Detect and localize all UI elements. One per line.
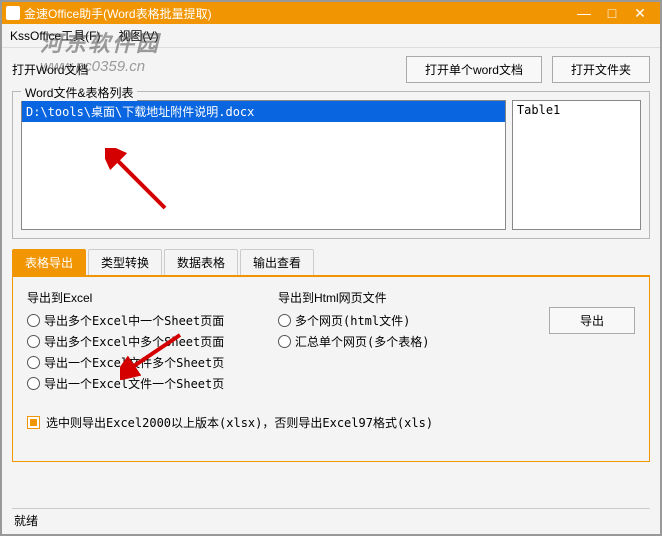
table-listbox[interactable]: Table1 xyxy=(512,100,641,230)
menu-view[interactable]: 视图(V) xyxy=(118,27,158,44)
tabs: 表格导出 类型转换 数据表格 输出查看 xyxy=(12,249,650,277)
export-excel-title: 导出到Excel xyxy=(27,289,278,306)
radio-excel-2[interactable]: 导出多个Excel中多个Sheet页面 xyxy=(27,333,278,350)
minimize-button[interactable]: — xyxy=(576,5,592,22)
radio-excel-4[interactable]: 导出一个Excel文件一个Sheet页 xyxy=(27,375,278,392)
radio-label: 导出多个Excel中一个Sheet页面 xyxy=(44,312,224,329)
export-button[interactable]: 导出 xyxy=(549,307,635,334)
radio-label: 汇总单个网页(多个表格) xyxy=(295,333,429,350)
export-html-title: 导出到Html网页文件 xyxy=(278,289,529,306)
open-single-button[interactable]: 打开单个word文档 xyxy=(406,56,542,83)
open-folder-button[interactable]: 打开文件夹 xyxy=(552,56,650,83)
status-text: 就绪 xyxy=(14,514,38,528)
file-item[interactable]: D:\tools\桌面\下载地址附件说明.docx xyxy=(22,101,505,122)
radio-label: 多个网页(html文件) xyxy=(295,312,410,329)
tab-export[interactable]: 表格导出 xyxy=(12,249,86,275)
menubar: KssOffice工具(F) 视图(V) xyxy=(2,24,660,48)
radio-html-1[interactable]: 多个网页(html文件) xyxy=(278,312,529,329)
title-text: 金速Office助手(Word表格批量提取) xyxy=(24,5,576,22)
filelist-fieldset: Word文件&表格列表 D:\tools\桌面\下载地址附件说明.docx Ta… xyxy=(12,91,650,239)
table-item[interactable]: Table1 xyxy=(513,101,640,119)
xlsx-checkbox-row[interactable]: 选中则导出Excel2000以上版本(xlsx)，否则导出Excel97格式(x… xyxy=(27,414,635,431)
xlsx-checkbox-label: 选中则导出Excel2000以上版本(xlsx)，否则导出Excel97格式(x… xyxy=(46,414,433,431)
radio-excel-1[interactable]: 导出多个Excel中一个Sheet页面 xyxy=(27,312,278,329)
tab-data[interactable]: 数据表格 xyxy=(164,249,238,275)
radio-label: 导出多个Excel中多个Sheet页面 xyxy=(44,333,224,350)
app-icon xyxy=(6,6,20,20)
radio-label: 导出一个Excel文件多个Sheet页 xyxy=(44,354,224,371)
file-listbox[interactable]: D:\tools\桌面\下载地址附件说明.docx xyxy=(21,100,506,230)
filelist-legend: Word文件&表格列表 xyxy=(21,84,137,101)
tab-output[interactable]: 输出查看 xyxy=(240,249,314,275)
radio-label: 导出一个Excel文件一个Sheet页 xyxy=(44,375,224,392)
radio-html-2[interactable]: 汇总单个网页(多个表格) xyxy=(278,333,529,350)
xlsx-checkbox[interactable] xyxy=(27,416,40,429)
titlebar: 金速Office助手(Word表格批量提取) — □ ✕ xyxy=(2,2,660,24)
tab-panel-export: 导出到Excel 导出多个Excel中一个Sheet页面 导出多个Excel中多… xyxy=(12,277,650,462)
menu-tools[interactable]: KssOffice工具(F) xyxy=(10,27,100,44)
statusbar: 就绪 xyxy=(12,508,650,532)
radio-excel-3[interactable]: 导出一个Excel文件多个Sheet页 xyxy=(27,354,278,371)
open-label: 打开Word文档 xyxy=(12,61,88,78)
tab-convert[interactable]: 类型转换 xyxy=(88,249,162,275)
close-button[interactable]: ✕ xyxy=(632,5,648,22)
maximize-button[interactable]: □ xyxy=(604,5,620,22)
